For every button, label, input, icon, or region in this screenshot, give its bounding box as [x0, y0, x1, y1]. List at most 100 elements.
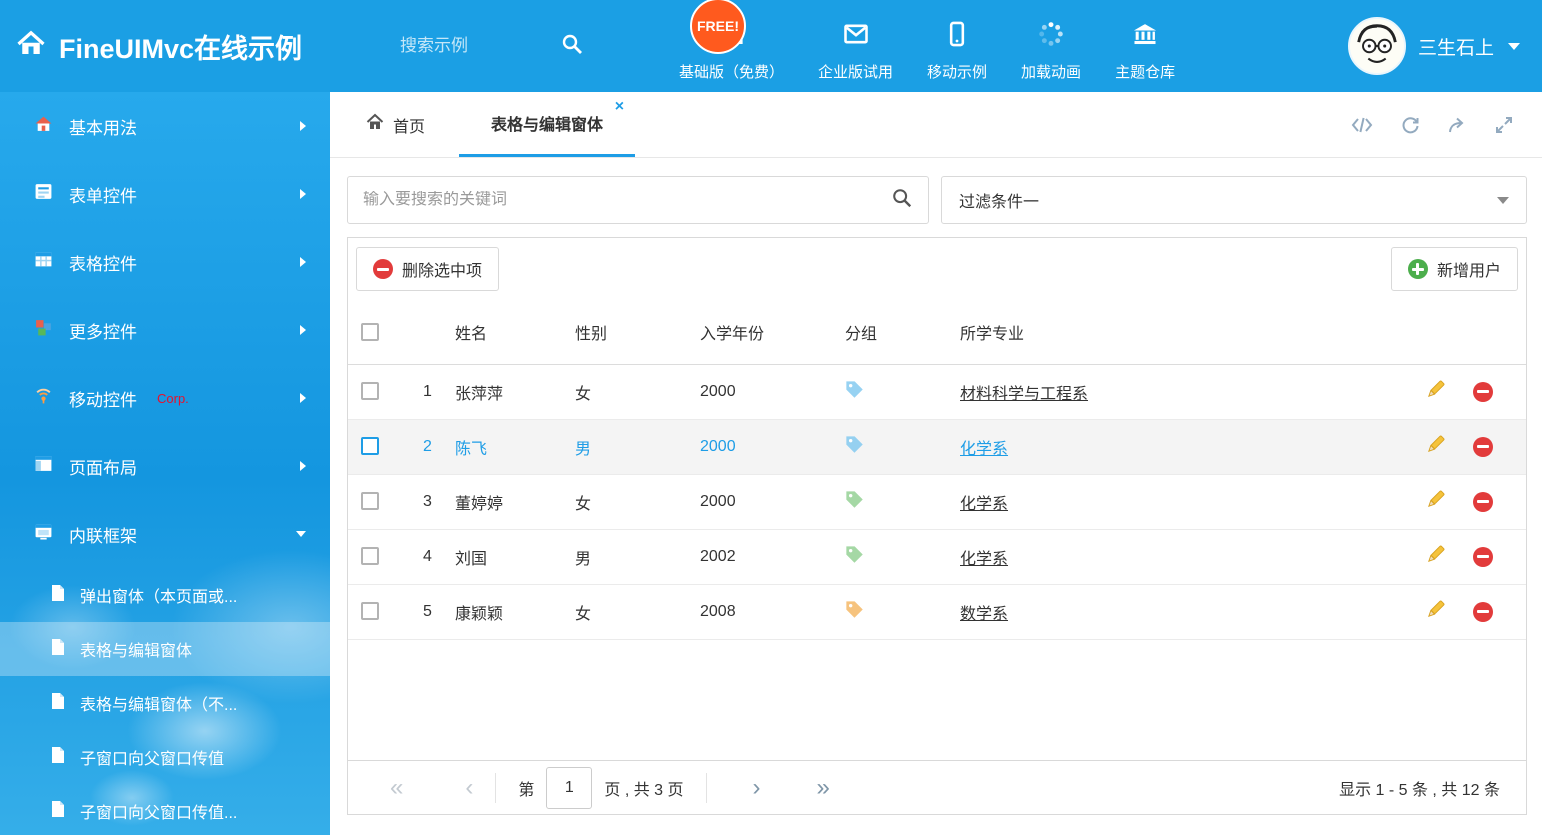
sidebar-subitem-label: 表格与编辑窗体（不...: [80, 691, 237, 715]
nav-item-label: 移动示例: [927, 61, 987, 82]
edit-icon[interactable]: [1425, 489, 1446, 515]
sidebar-item-form-controls[interactable]: 表单控件: [0, 160, 330, 228]
sidebar-subitem-child-to-parent-2[interactable]: 子窗口向父窗口传值...: [0, 784, 330, 835]
select-all-checkbox[interactable]: [361, 323, 379, 341]
tab-home[interactable]: 首页: [346, 92, 445, 157]
nav-item-enterprise-trial[interactable]: 企业版试用: [801, 20, 910, 82]
app-title: FineUIMvc在线示例: [59, 27, 302, 66]
app-header: FineUIMvc在线示例 FREE! 基础版（免费） 企业版试用: [0, 0, 1542, 92]
delete-icon[interactable]: [1473, 437, 1493, 457]
sidebar-item-basic-usage[interactable]: 基本用法: [0, 92, 330, 160]
row-checkbox[interactable]: [361, 492, 379, 510]
delete-selected-button[interactable]: 删除选中项: [356, 247, 499, 291]
row-checkbox[interactable]: [361, 547, 379, 565]
sidebar-subitem-child-to-parent[interactable]: 子窗口向父窗口传值: [0, 730, 330, 784]
nav-item-theme-repo[interactable]: 主题仓库: [1098, 20, 1192, 82]
file-icon: [50, 584, 66, 607]
table-row[interactable]: 5 康颖颖 女 2008 数学系: [348, 584, 1526, 639]
keyword-search-input[interactable]: [363, 191, 891, 209]
header-search-input[interactable]: [400, 36, 560, 56]
tab-grid-edit-window[interactable]: 表格与编辑窗体 ×: [459, 92, 635, 157]
source-code-icon[interactable]: [1351, 115, 1373, 135]
search-icon[interactable]: [560, 32, 584, 61]
table-icon: [34, 250, 53, 274]
sidebar-item-mobile-controls[interactable]: 移动控件 Corp.: [0, 364, 330, 432]
sidebar-item-label: 表格控件: [69, 250, 137, 275]
filter-dropdown[interactable]: 过滤条件一: [941, 176, 1527, 224]
tag-icon: [845, 600, 863, 623]
edit-icon[interactable]: [1425, 544, 1446, 570]
mobile-icon: [943, 20, 971, 52]
delete-icon[interactable]: [1473, 492, 1493, 512]
table-row[interactable]: 4 刘国 男 2002 化学系: [348, 529, 1526, 584]
grid-toolbar: 删除选中项 新增用户: [348, 238, 1526, 300]
tab-close-icon[interactable]: ×: [615, 99, 624, 115]
row-number: 4: [400, 529, 455, 584]
cell-name: 康颖颖: [455, 584, 575, 639]
major-link[interactable]: 材料科学与工程系: [960, 386, 1088, 403]
table-row[interactable]: 3 董婷婷 女 2000 化学系: [348, 474, 1526, 529]
header-search: [400, 32, 610, 61]
cell-year: 2002: [700, 529, 845, 584]
last-page-button[interactable]: »: [817, 776, 830, 800]
file-icon: [50, 800, 66, 823]
row-checkbox[interactable]: [361, 382, 379, 400]
cell-gender: 男: [575, 419, 700, 474]
major-link[interactable]: 数学系: [960, 606, 1008, 623]
sidebar-item-label: 移动控件: [69, 386, 137, 411]
major-link[interactable]: 化学系: [960, 551, 1008, 568]
table-row[interactable]: 1 张萍萍 女 2000 材料科学与工程系: [348, 364, 1526, 419]
chevron-down-icon: [1508, 43, 1520, 50]
next-page-button[interactable]: ›: [753, 776, 761, 800]
sidebar-item-inline-frame[interactable]: 内联框架: [0, 500, 330, 568]
minus-circle-icon: [373, 259, 393, 279]
nav-item-mobile-demo[interactable]: 移动示例: [910, 20, 1004, 82]
cell-gender: 女: [575, 474, 700, 529]
column-header-actions: [1415, 300, 1526, 364]
share-icon[interactable]: [1447, 115, 1467, 135]
edit-icon[interactable]: [1425, 599, 1446, 625]
cubes-icon: [34, 318, 53, 342]
major-link[interactable]: 化学系: [960, 441, 1008, 458]
tag-icon: [845, 380, 863, 403]
row-checkbox[interactable]: [361, 602, 379, 620]
sidebar-subitem-popup-window[interactable]: 弹出窗体（本页面或...: [0, 568, 330, 622]
main-area: 首页 表格与编辑窗体 ×: [330, 92, 1542, 835]
nav-item-loading-animations[interactable]: 加载动画: [1004, 20, 1098, 82]
cell-gender: 女: [575, 584, 700, 639]
envelope-icon: [842, 20, 870, 52]
cell-name: 陈飞: [455, 419, 575, 474]
sidebar-item-page-layout[interactable]: 页面布局: [0, 432, 330, 500]
cell-name: 刘国: [455, 529, 575, 584]
delete-icon[interactable]: [1473, 602, 1493, 622]
edit-icon[interactable]: [1425, 379, 1446, 405]
delete-icon[interactable]: [1473, 547, 1493, 567]
row-number: 2: [400, 419, 455, 474]
tag-icon: [845, 490, 863, 513]
add-user-button[interactable]: 新增用户: [1391, 247, 1518, 291]
major-link[interactable]: 化学系: [960, 496, 1008, 513]
prev-page-button[interactable]: ‹: [465, 776, 473, 800]
edit-icon[interactable]: [1425, 434, 1446, 460]
first-page-button[interactable]: «: [390, 776, 403, 800]
table-row[interactable]: 2 陈飞 男 2000 化学系: [348, 419, 1526, 474]
refresh-icon[interactable]: [1400, 115, 1420, 135]
page-number-input[interactable]: [546, 767, 592, 809]
sidebar-item-more-controls[interactable]: 更多控件: [0, 296, 330, 364]
chevron-right-icon: [300, 393, 306, 403]
cell-year: 2000: [700, 474, 845, 529]
user-menu[interactable]: 三生石上: [1348, 17, 1542, 75]
row-checkbox[interactable]: [361, 437, 379, 455]
expand-icon[interactable]: [1494, 115, 1514, 135]
delete-icon[interactable]: [1473, 382, 1493, 402]
sidebar-subitem-grid-edit-window[interactable]: 表格与编辑窗体: [0, 622, 330, 676]
grid-table-wrap: 姓名 性别 入学年份 分组 所学专业: [348, 300, 1526, 760]
cell-year: 2008: [700, 584, 845, 639]
sidebar: 基本用法 表单控件 表格控件 更多控件 移动控件 Corp.: [0, 92, 330, 835]
sidebar-item-label: 基本用法: [69, 114, 137, 139]
sidebar-subitem-label: 子窗口向父窗口传值: [80, 745, 224, 769]
nav-item-label: 企业版试用: [818, 61, 893, 82]
sidebar-item-grid-controls[interactable]: 表格控件: [0, 228, 330, 296]
sidebar-subitem-grid-edit-window-2[interactable]: 表格与编辑窗体（不...: [0, 676, 330, 730]
search-icon[interactable]: [891, 187, 913, 214]
